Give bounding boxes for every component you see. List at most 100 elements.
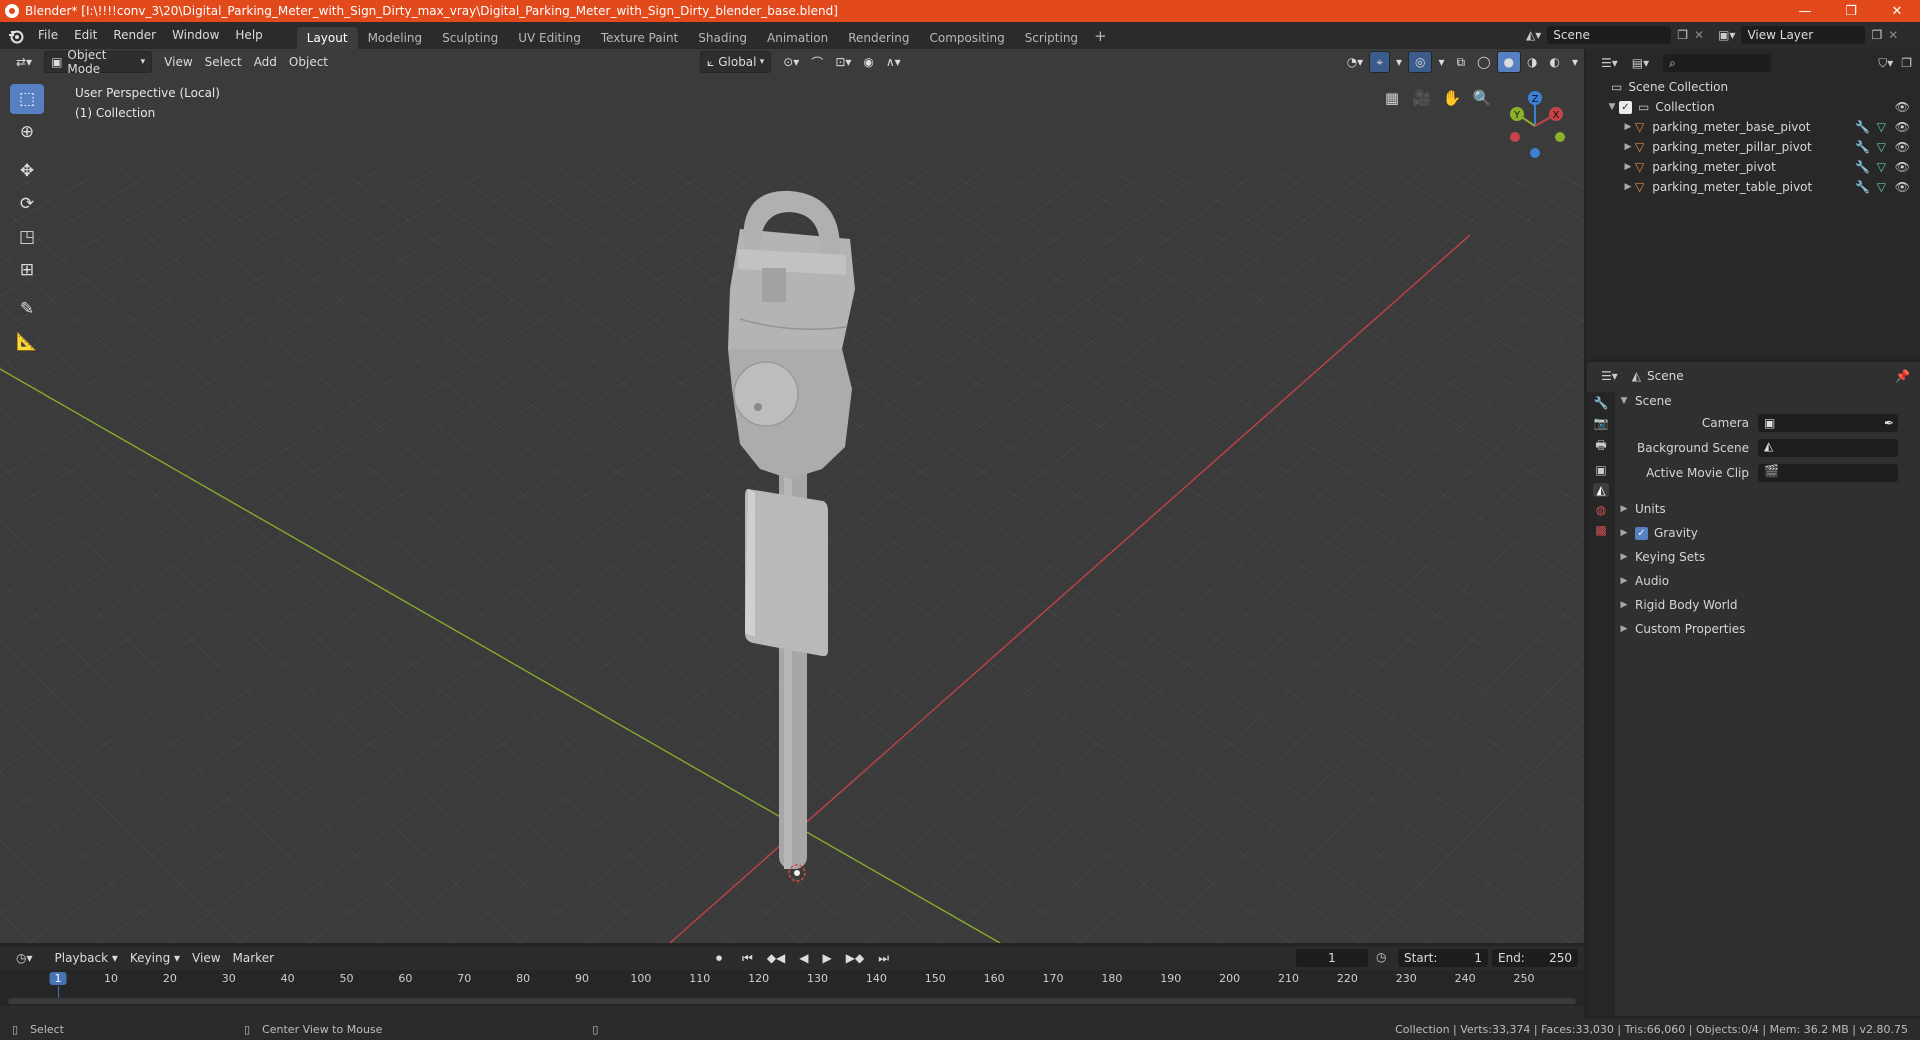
annotate-tool-icon[interactable]: ✎ [10,294,44,324]
eye-icon[interactable]: 👁 [1895,120,1910,134]
eye-icon[interactable]: 👁 [1895,140,1910,154]
visibility-icon[interactable]: ◔▾ [1341,52,1370,72]
gizmo-toggle-icon[interactable]: ⌖ [1369,51,1390,73]
scale-tool-icon[interactable]: ◳ [10,222,44,252]
display-mode-icon[interactable]: ▤▾ [1632,56,1649,70]
outliner-search-input[interactable]: ⌕ [1663,54,1772,72]
tab-shading[interactable]: Shading [688,27,757,49]
units-panel[interactable]: ▶ Units [1617,498,1666,520]
timeline-menu-view[interactable]: View [186,948,226,968]
transform-tool-icon[interactable]: ⊞ [10,255,44,285]
viewport-menu-add[interactable]: Add [248,52,283,72]
modifier-icon[interactable]: 🔧 [1855,160,1870,174]
close-button[interactable]: ✕ [1874,0,1920,22]
keying-sets-panel[interactable]: ▶ Keying Sets [1617,546,1706,568]
scene-panel-header[interactable]: ▼ Scene [1617,390,1672,412]
output-tab-icon[interactable]: 🖶 [1595,436,1606,457]
tab-scripting[interactable]: Scripting [1015,27,1088,49]
outliner-row-object[interactable]: ▶ ▽ parking_meter_base_pivot 🔧 ▽ 👁 [1587,117,1920,137]
timeline-menu-keying[interactable]: Keying ▾ [124,948,186,968]
timeline-scrollbar[interactable] [8,998,1576,1004]
tab-rendering[interactable]: Rendering [838,27,919,49]
blender-menu-icon[interactable] [8,28,24,44]
snap-target-icon[interactable]: ⊡▾ [829,52,857,72]
current-frame-field[interactable]: 1 [1296,949,1368,967]
modifier-icon[interactable]: 🔧 [1855,140,1870,154]
gravity-checkbox[interactable]: ✓ [1635,526,1648,540]
eyedropper-icon[interactable]: ✒ [1884,416,1894,430]
add-workspace-icon[interactable]: + [1088,27,1113,45]
world-tab-icon[interactable]: ◍ [1596,503,1606,517]
render-tab-icon[interactable]: 📷 [1594,416,1609,430]
viewport-menu-view[interactable]: View [158,52,198,72]
prev-keyframe-icon[interactable]: ◆◀ [761,948,791,968]
jump-end-icon[interactable]: ⏭ [872,948,895,968]
timeline-editor-type-icon[interactable]: ◷▾ [10,948,39,968]
gizmo-dropdown-icon[interactable]: ▾ [1390,52,1408,72]
play-reverse-icon[interactable]: ◀ [793,948,814,968]
outliner-row-object[interactable]: ▶ ▽ parking_meter_pivot 🔧 ▽ 👁 [1587,157,1920,177]
transform-orientation-selector[interactable]: ⟀ Global ▾ [700,51,772,73]
scene-tab-icon[interactable]: ◭ [1593,483,1609,497]
background-scene-field[interactable]: ◭ [1758,439,1898,457]
jump-start-icon[interactable]: ⏮ [736,948,759,968]
tab-texture-paint[interactable]: Texture Paint [591,27,688,49]
new-view-layer-icon[interactable]: ❐ [1871,28,1882,42]
expand-arrow-icon[interactable]: ▶ [1621,162,1635,172]
toggle-perspective-icon[interactable]: ▦ [1378,84,1406,112]
current-frame-marker[interactable]: 1 [49,972,67,985]
mesh-data-icon[interactable]: ▽ [1877,140,1886,154]
texture-tab-icon[interactable]: ▩ [1595,523,1606,537]
move-tool-icon[interactable]: ✥ [10,156,44,186]
clock-icon[interactable]: ◷ [1376,950,1386,964]
wireframe-shading-icon[interactable]: ◯ [1471,52,1496,72]
scene-selector[interactable]: Scene [1547,26,1672,44]
mesh-data-icon[interactable]: ▽ [1877,180,1886,194]
scene-icon[interactable]: ◭▾ [1526,28,1541,42]
menu-window[interactable]: Window [164,22,227,49]
new-scene-icon[interactable]: ❐ [1677,28,1688,42]
cursor-tool-icon[interactable]: ⊕ [10,117,44,147]
expand-arrow-icon[interactable]: ▶ [1621,142,1635,152]
tool-tab-icon[interactable]: 🔧 [1594,396,1609,410]
eye-icon[interactable]: 👁 [1895,180,1910,194]
material-shading-icon[interactable]: ◑ [1521,52,1543,72]
timeline-menu-marker[interactable]: Marker [227,948,280,968]
tab-uv-editing[interactable]: UV Editing [508,27,591,49]
modifier-icon[interactable]: 🔧 [1855,120,1870,134]
expand-arrow-icon[interactable]: ▼ [1605,102,1619,112]
properties-editor-type-icon[interactable]: ☰▾ [1601,369,1618,383]
eye-icon[interactable]: 👁 [1895,160,1910,174]
menu-render[interactable]: Render [105,22,164,49]
outliner-row-object[interactable]: ▶ ▽ parking_meter_pillar_pivot 🔧 ▽ 👁 [1587,137,1920,157]
collection-checkbox[interactable]: ✓ [1619,100,1632,114]
parking-meter-model[interactable] [728,190,855,882]
restore-button[interactable]: ❐ [1828,0,1874,22]
editor-type-icon[interactable]: ⇄▾ [10,52,38,72]
solid-shading-icon[interactable]: ● [1496,51,1521,73]
play-icon[interactable]: ▶ [817,948,838,968]
3d-viewport[interactable]: ⇄▾ ▣ Object Mode ▾ View Select Add Objec… [0,49,1584,943]
proportional-editing-icon[interactable]: ◉ [857,52,879,72]
menu-file[interactable]: File [30,22,66,49]
navigation-gizmo[interactable]: Z Y X [1500,86,1570,166]
viewport-menu-object[interactable]: Object [283,52,334,72]
new-collection-icon[interactable]: ❐ [1901,56,1912,70]
mode-selector[interactable]: ▣ Object Mode ▾ [44,49,153,76]
menu-edit[interactable]: Edit [66,22,105,49]
overlay-dropdown-icon[interactable]: ▾ [1432,52,1450,72]
start-frame-field[interactable]: Start: 1 [1398,949,1488,967]
select-box-tool-icon[interactable]: ⬚ [10,84,44,114]
viewport-menu-select[interactable]: Select [199,52,248,72]
minimize-button[interactable]: — [1782,0,1828,22]
menu-help[interactable]: Help [227,22,270,49]
filter-icon[interactable]: ⛉▾ [1878,56,1893,71]
custom-properties-panel[interactable]: ▶ Custom Properties [1617,618,1746,640]
rotate-tool-icon[interactable]: ⟳ [10,189,44,219]
outliner-row-object[interactable]: ▶ ▽ parking_meter_table_pivot 🔧 ▽ 👁 [1587,177,1920,197]
shading-dropdown-icon[interactable]: ▾ [1566,52,1584,72]
audio-panel[interactable]: ▶ Audio [1617,570,1670,592]
gravity-panel[interactable]: ▶ ✓ Gravity [1617,522,1698,544]
active-movie-clip-field[interactable]: 🎬 [1758,464,1898,482]
outliner-row-scene-collection[interactable]: ▭ Scene Collection [1587,77,1920,97]
